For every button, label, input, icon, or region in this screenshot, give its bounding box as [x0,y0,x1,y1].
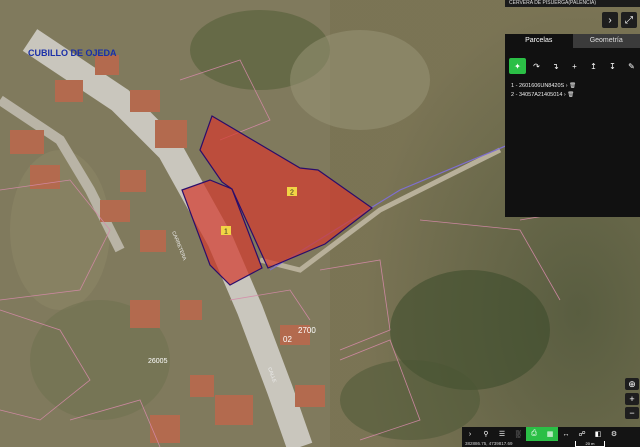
expand-toolbar-button[interactable]: › [462,427,478,441]
expand-icon: ⤢ [625,14,633,26]
parcel-panel: Parcelas Geometría ✦ ↷ ↴ + ↥ ↧ ✎ 1 - 260… [505,34,640,217]
fullscreen-button[interactable]: ⤢ [621,12,637,28]
map-icon: ◧ [594,431,602,438]
measure-button[interactable]: ↔ [558,427,574,441]
download-tool[interactable]: ↧ [604,58,621,74]
locate-button[interactable]: ⊕ [625,378,639,390]
zoom-in-button[interactable]: + [625,393,639,405]
target-icon: ⊕ [628,378,636,389]
add-point-icon: ↴ [552,61,559,71]
edit-tool[interactable]: ✎ [623,58,640,74]
parcel-tool-button[interactable]: ▦ [542,427,558,441]
pencil-icon: ✎ [628,61,635,71]
parcel-index: 2 - [511,92,518,98]
panel-tabs: Parcelas Geometría [505,34,640,48]
share-button[interactable]: ☍ [574,427,590,441]
tab-parcelas[interactable]: Parcelas [505,34,573,48]
zoom-out-button[interactable]: − [625,407,639,419]
chevron-right-icon: › [608,14,612,26]
tool-row: ✦ ↷ ↴ + ↥ ↧ ✎ [505,48,640,74]
print-icon: ⎙ [531,430,537,437]
gear-icon: ⚙ [610,431,618,438]
select-parcel-tool[interactable]: ✦ [509,58,526,74]
ruler-icon: ↔ [562,430,570,438]
trash-icon[interactable]: 🗑 [569,82,576,91]
select-parcel-icon: ✦ [514,61,521,71]
measure-icon: ↥ [590,61,597,71]
bottom-toolbar: › ⚲ ☰ ░ ⎙ ▦ ↔ ☍ ◧ ⚙ [462,427,640,441]
number-label-02: 02 [283,335,292,344]
chevron-right-icon[interactable]: › [566,82,568,91]
minus-icon: − [629,408,635,418]
draw-tool[interactable]: ↷ [528,58,545,74]
basemap-button[interactable]: ◧ [590,427,606,441]
settings-button[interactable]: ⚙ [606,427,622,441]
parcel-icon: ▦ [546,431,554,438]
parcel-list: 1 - 2601606UN8420S › 🗑 2 - 34057A2140501… [505,82,640,100]
search-button[interactable]: ⚲ [478,427,494,441]
number-label-26005: 26005 [148,358,168,365]
parcel-index: 1 - [511,83,518,89]
chart-icon: ░ [515,430,521,438]
chevron-right-icon: › [468,430,472,438]
add-point-tool[interactable]: ↴ [547,58,564,74]
add-vertex-icon: + [572,61,577,71]
number-label-2700: 2700 [298,326,316,335]
parcel-1-label: 1 [224,229,228,236]
parcel-2-label: 2 [290,190,294,197]
download-icon: ↧ [609,61,616,71]
town-label: CUBILLO DE OJEDA [28,48,117,58]
coordinate-readout: 382886.75, 4739817.69 [462,441,640,447]
parcel-reference[interactable]: 34057A21405014 [519,91,562,100]
add-vertex-tool[interactable]: + [566,58,583,74]
layers-icon: ☰ [498,431,506,438]
parcel-list-item-1[interactable]: 1 - 2601606UN8420S › 🗑 [511,82,640,91]
measure-tool[interactable]: ↥ [585,58,602,74]
tab-geometria[interactable]: Geometría [572,34,640,48]
search-icon: ⚲ [483,431,489,438]
parcel-reference[interactable]: 2601606UN8420S [519,82,564,91]
trash-icon[interactable]: 🗑 [567,91,574,100]
scale-bar: 20 m [575,441,605,447]
next-button[interactable]: › [602,12,618,28]
layers-button[interactable]: ☰ [494,427,510,441]
print-button[interactable]: ⎙ [526,427,542,441]
plus-icon: + [629,394,635,404]
share-icon: ☍ [578,431,586,438]
draw-icon: ↷ [533,61,540,71]
parcel-list-item-2[interactable]: 2 - 34057A21405014 › 🗑 [511,91,640,100]
chevron-right-icon[interactable]: › [564,91,566,100]
location-banner: CERVERA DE PISUERGA(PALENCIA) [505,0,640,7]
chart-button[interactable]: ░ [510,427,526,441]
